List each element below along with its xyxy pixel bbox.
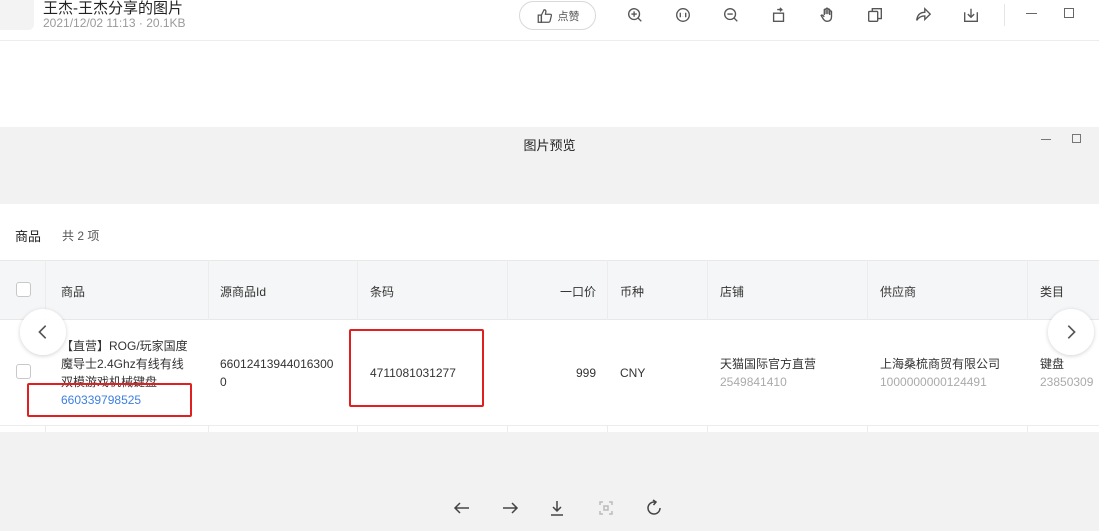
select-all-checkbox[interactable] — [16, 282, 31, 297]
store-id: 2549841410 — [720, 375, 787, 389]
source-id-line: 0 — [220, 375, 227, 389]
section-label: 商品 — [15, 229, 42, 244]
preview-minimize-button[interactable] — [1041, 139, 1051, 140]
arrow-right-icon[interactable] — [499, 497, 521, 519]
like-label: 点赞 — [557, 10, 580, 23]
header-barcode: 条码 — [370, 285, 395, 299]
refresh-icon[interactable] — [643, 497, 665, 519]
viewer-toolbar: 王杰-王杰分享的图片 2021/12/02 11:13 · 20.1KB 点赞 — [0, 0, 1099, 41]
header-source-id: 源商品Id — [220, 285, 267, 299]
item-count: 共 2 项 — [62, 229, 100, 243]
product-name-line: 魔导士2.4Ghz有线有线 — [61, 357, 184, 371]
category-name: 键盘 — [1040, 357, 1065, 371]
arrow-left-icon[interactable] — [451, 497, 473, 519]
toolbar-divider — [1004, 4, 1005, 26]
header-category: 类目 — [1040, 285, 1065, 299]
download-icon[interactable] — [960, 4, 982, 26]
download-icon[interactable] — [546, 497, 568, 519]
hand-icon[interactable] — [816, 4, 838, 26]
like-button[interactable]: 点赞 — [519, 1, 596, 30]
preview-maximize-button[interactable] — [1072, 134, 1081, 143]
copy-icon[interactable] — [864, 4, 886, 26]
actual-size-icon[interactable] — [672, 4, 694, 26]
chevron-right-icon — [1067, 325, 1076, 339]
header-currency: 币种 — [620, 285, 645, 299]
file-meta: 2021/12/02 11:13 · 20.1KB — [43, 16, 186, 30]
highlight-box-barcode — [349, 329, 484, 407]
chevron-left-icon — [38, 325, 47, 339]
header-price: 一口价 — [560, 285, 597, 299]
next-image-button[interactable] — [1048, 309, 1094, 355]
header-store: 店铺 — [720, 285, 745, 299]
previous-image-button[interactable] — [20, 309, 66, 355]
window-maximize-button[interactable] — [1064, 8, 1074, 18]
supplier-name: 上海桑梳商贸有限公司 — [880, 357, 1001, 371]
store-name: 天猫国际官方直营 — [720, 357, 817, 371]
product-name-line: 【直营】ROG/玩家国度 — [61, 339, 188, 353]
currency-value: CNY — [620, 366, 646, 380]
source-id-line: 66012413944016300 — [220, 357, 334, 371]
zoom-in-icon[interactable] — [624, 4, 646, 26]
header-supplier: 供应商 — [880, 285, 917, 299]
zoom-out-icon[interactable] — [720, 4, 742, 26]
header-product: 商品 — [61, 285, 86, 299]
thumbs-up-icon — [537, 8, 552, 23]
price-value: 999 — [575, 366, 596, 380]
highlight-box-product-id — [27, 383, 192, 417]
rotate-icon[interactable] — [768, 4, 790, 26]
window-minimize-button[interactable] — [1026, 13, 1037, 14]
avatar — [0, 0, 34, 30]
fit-screen-icon[interactable] — [595, 497, 617, 519]
share-icon[interactable] — [912, 4, 934, 26]
table-header — [0, 260, 1099, 320]
preview-title: 图片预览 — [523, 138, 576, 153]
category-id: 23850309 — [1040, 375, 1094, 389]
supplier-id: 1000000000124491 — [880, 375, 987, 389]
row-checkbox[interactable] — [16, 364, 31, 379]
